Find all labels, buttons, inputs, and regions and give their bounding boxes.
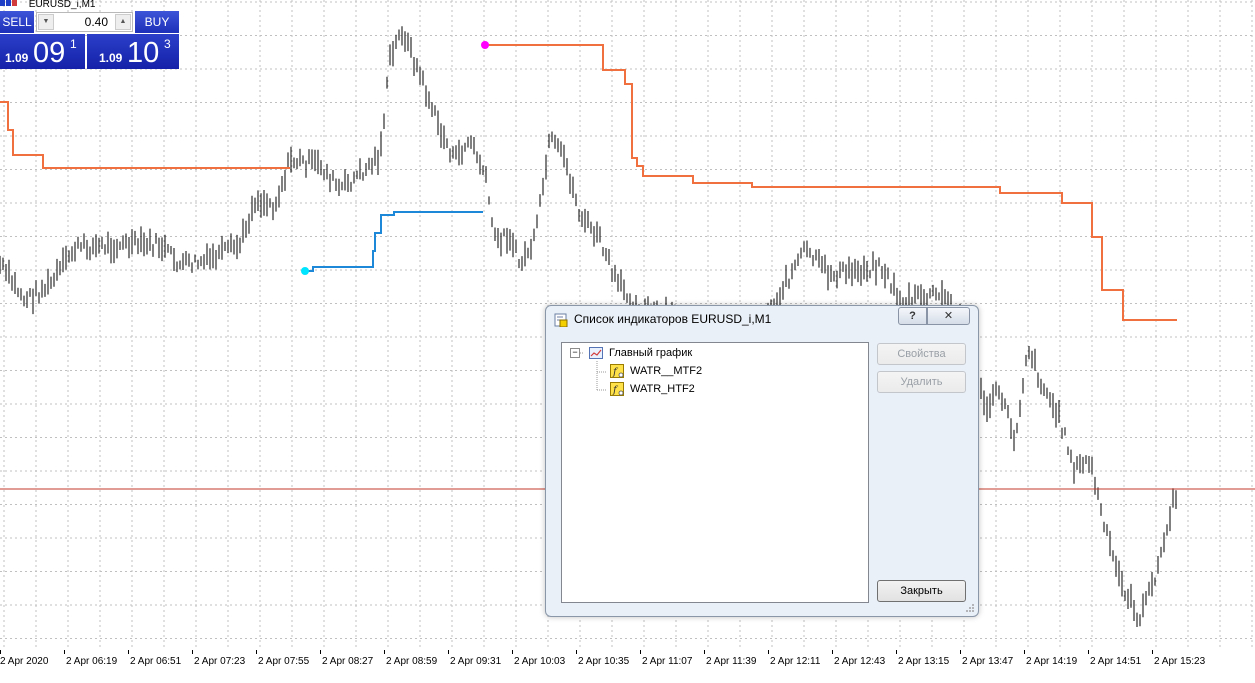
time-tick: [448, 650, 449, 654]
dialog-titlebar[interactable]: Список индикаторов EURUSD_i,M1 ? ✕: [546, 306, 978, 334]
properties-button[interactable]: Свойства: [877, 343, 966, 365]
indicator-list-icon: [554, 313, 568, 327]
chart-icon: [589, 347, 603, 360]
custom-indicator-icon: f: [610, 364, 624, 379]
time-tick: [128, 650, 129, 654]
time-tick: [768, 650, 769, 654]
time-tick: [384, 650, 385, 654]
time-tick-label: 2 Apr 12:11: [770, 656, 821, 667]
buy-button[interactable]: BUY: [135, 11, 179, 33]
time-tick-label: 2 Apr 06:19: [66, 656, 118, 667]
time-tick: [704, 650, 705, 654]
watr-htf-indicator-line: [0, 44, 1177, 321]
sell-price-pips: 09: [33, 37, 66, 69]
sell-button[interactable]: SELL: [0, 11, 34, 33]
custom-indicator-icon: f: [610, 382, 624, 397]
chart-window-icon: [0, 0, 5, 6]
buy-price-prefix: 1.09: [99, 51, 123, 65]
indicator-name: WATR_HTF2: [630, 383, 695, 395]
time-tick-label: 2 Apr 11:07: [642, 656, 693, 667]
time-tick-label: 2 Apr 11:39: [706, 656, 757, 667]
help-button[interactable]: ?: [898, 307, 927, 325]
time-tick-label: 2 Apr 10:35: [578, 656, 630, 667]
sell-price-display[interactable]: 1.09 09 1: [0, 34, 85, 69]
time-tick-label: 2 Apr 08:27: [322, 656, 374, 667]
time-tick-label: 2 Apr 09:31: [450, 656, 502, 667]
dialog-title: Список индикаторов EURUSD_i,M1: [574, 312, 772, 326]
tree-item-indicator[interactable]: f WATR_HTF2: [610, 381, 695, 397]
time-tick: [896, 650, 897, 654]
time-tick-label: 2 Apr 13:15: [898, 656, 950, 667]
collapse-icon[interactable]: −: [570, 348, 580, 359]
indicator-tree[interactable]: − Главный график f WATR__MTF2 f WATR_HTF2: [561, 342, 869, 603]
time-tick-label: 2 Apr 12:43: [834, 656, 886, 667]
time-tick: [1024, 650, 1025, 654]
time-tick: [576, 650, 577, 654]
time-tick-label: 2 Apr 06:51: [130, 656, 182, 667]
watr-mtf-indicator-line: [305, 211, 483, 272]
time-tick-label: 2 Apr 2020: [0, 656, 49, 667]
htf-start-marker: [481, 41, 489, 49]
close-button[interactable]: Закрыть: [877, 580, 966, 602]
time-tick: [512, 650, 513, 654]
close-icon: ✕: [943, 310, 954, 322]
buy-price-pips: 10: [127, 37, 160, 69]
time-tick-label: 2 Apr 10:03: [514, 656, 566, 667]
chart-symbol-title: EURUSD_i,M1: [0, 0, 95, 10]
lot-size-value: 0.40: [84, 15, 108, 29]
time-tick: [320, 650, 321, 654]
time-tick: [192, 650, 193, 654]
time-tick-label: 2 Apr 13:47: [962, 656, 1014, 667]
time-tick: [832, 650, 833, 654]
indicators-list-dialog: Список индикаторов EURUSD_i,M1 ? ✕ − Глав…: [545, 305, 979, 617]
close-window-button[interactable]: ✕: [927, 307, 970, 325]
mtf-start-marker: [301, 267, 309, 275]
time-tick-label: 2 Apr 14:19: [1026, 656, 1078, 667]
delete-button[interactable]: Удалить: [877, 371, 966, 393]
lot-size-field[interactable]: ▼ 0.40 ▲: [36, 12, 133, 32]
time-tick: [64, 650, 65, 654]
chart-window-icon: [12, 0, 17, 6]
time-tick: [1152, 650, 1153, 654]
time-tick-label: 2 Apr 14:51: [1090, 656, 1142, 667]
time-tick: [960, 650, 961, 654]
time-tick-label: 2 Apr 07:55: [258, 656, 310, 667]
time-tick: [640, 650, 641, 654]
one-click-trading-panel: SELL ▼ 0.40 ▲ BUY 1.09 09 1 1.09 10 3: [0, 11, 179, 69]
indicator-name: WATR__MTF2: [630, 365, 703, 377]
lot-decrease-button[interactable]: ▼: [38, 14, 54, 30]
sell-price-fraction: 1: [70, 37, 77, 51]
buy-price-fraction: 3: [164, 37, 171, 51]
lot-increase-button[interactable]: ▲: [115, 14, 131, 30]
tree-node-main-chart[interactable]: − Главный график: [570, 345, 692, 361]
resize-grip-icon[interactable]: [965, 603, 975, 613]
time-axis: 2 Apr 2020 2 Apr 06:19 2 Apr 06:51 2 Apr 07…: [0, 650, 1255, 683]
symbol-label: EURUSD_i,M1: [28, 0, 96, 10]
tree-item-indicator[interactable]: f WATR__MTF2: [610, 363, 702, 379]
buy-price-display[interactable]: 1.09 10 3: [87, 34, 179, 69]
time-tick-label: 2 Apr 07:23: [194, 656, 246, 667]
time-tick-label: 2 Apr 08:59: [386, 656, 438, 667]
time-tick-label: 2 Apr 15:23: [1154, 656, 1206, 667]
sell-price-prefix: 1.09: [5, 51, 29, 65]
time-tick: [1088, 650, 1089, 654]
chart-window-icon: [6, 0, 11, 6]
tree-node-label: Главный график: [609, 347, 693, 359]
time-tick: [0, 650, 1, 654]
time-tick: [256, 650, 257, 654]
